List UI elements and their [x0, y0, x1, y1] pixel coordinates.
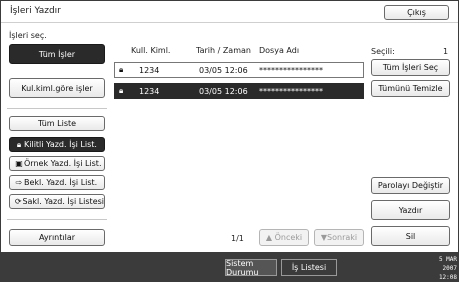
column-user-id: Kull. Kiml.	[131, 46, 171, 55]
clear-all-button[interactable]: Tümünü Temizle	[371, 80, 450, 97]
change-password-button[interactable]: Parolayı Değiştir	[371, 177, 450, 194]
column-filename: Dosya Adı	[259, 46, 300, 55]
clock-time: 12:08	[438, 274, 457, 281]
all-jobs-button[interactable]: Tüm İşler	[9, 44, 105, 64]
lock-icon: 🔒︎	[16, 139, 22, 149]
printer-screen: İşleri Yazdır Çıkış İşleri seç. Tüm İşle…	[0, 0, 459, 282]
column-datetime: Tarih / Zaman	[196, 46, 251, 55]
page-indicator: 1/1	[231, 234, 244, 243]
row-filename: ****************	[259, 86, 323, 96]
row-filename: ****************	[259, 65, 323, 75]
print-jobs-panel: İşleri Yazdır Çıkış İşleri seç. Tüm İşle…	[1, 1, 458, 252]
hold-print-list-label: Bekl. Yazd. İşi List.	[24, 178, 98, 187]
lock-icon: 🔒︎	[119, 86, 124, 95]
stored-print-list-button[interactable]: ⟳ Sakl. Yazd. İşi Listesi	[9, 194, 105, 209]
sample-print-list-label: Örnek Yazd. İşi List.	[24, 159, 102, 168]
locked-print-list-button[interactable]: 🔒︎ Kilitli Yazd. İşi List.	[9, 137, 105, 152]
status-bar: Sistem Durumu İş Listesi 5 MAR 2007 12:0…	[0, 252, 459, 282]
sample-print-list-button[interactable]: ▣ Örnek Yazd. İşi List.	[9, 156, 105, 171]
clock-date: 5 MAR 2007	[438, 256, 457, 272]
clock: 5 MAR 2007 12:08	[423, 255, 457, 282]
triangle-up-icon: ▲	[265, 233, 275, 242]
print-button[interactable]: Yazdır	[371, 200, 450, 220]
hold-print-icon: ⇨	[15, 178, 23, 187]
full-list-button[interactable]: Tüm Liste	[9, 116, 105, 131]
row-user-id: 1234	[139, 86, 160, 96]
previous-page-button[interactable]: ▲ Önceki	[259, 229, 309, 246]
job-list-button[interactable]: İş Listesi	[281, 259, 337, 276]
selected-count: 1	[443, 47, 449, 56]
next-page-button[interactable]: ▼ Sonraki	[314, 229, 364, 246]
select-jobs-label: İşleri seç.	[9, 31, 47, 40]
lock-icon: 🔒︎	[119, 65, 124, 74]
jobs-by-user-button[interactable]: Kul.kiml.göre işler	[9, 78, 105, 98]
previous-page-label: Önceki	[274, 233, 303, 242]
left-separator	[7, 108, 107, 109]
window-title: İşleri Yazdır	[10, 6, 61, 16]
selected-label: Seçili:	[371, 47, 395, 56]
stored-print-list-label: Sakl. Yazd. İşi Listesi	[22, 197, 104, 206]
select-all-jobs-button[interactable]: Tüm İşleri Seç	[371, 59, 450, 76]
hold-print-list-button[interactable]: ⇨ Bekl. Yazd. İşi List.	[9, 175, 105, 190]
job-row[interactable]: 🔒︎ 1234 03/05 12:06 ****************	[114, 62, 364, 78]
row-datetime: 03/05 12:06	[199, 86, 248, 96]
details-button[interactable]: Ayrıntılar	[9, 229, 105, 246]
exit-button[interactable]: Çıkış	[384, 5, 449, 20]
locked-print-list-label: Kilitli Yazd. İşi List.	[24, 140, 97, 149]
sample-print-icon: ▣	[15, 159, 23, 168]
row-user-id: 1234	[139, 65, 160, 75]
row-datetime: 03/05 12:06	[199, 65, 248, 75]
left-separator-bottom	[7, 219, 107, 220]
title-bar: İşleri Yazdır Çıkış	[1, 1, 458, 23]
delete-button[interactable]: Sil	[371, 226, 450, 246]
system-status-button[interactable]: Sistem Durumu	[225, 259, 277, 277]
stored-print-icon: ⟳	[14, 197, 22, 206]
job-row-selected[interactable]: 🔒︎ 1234 03/05 12:06 ****************	[114, 83, 364, 99]
next-page-label: Sonraki	[327, 233, 358, 242]
